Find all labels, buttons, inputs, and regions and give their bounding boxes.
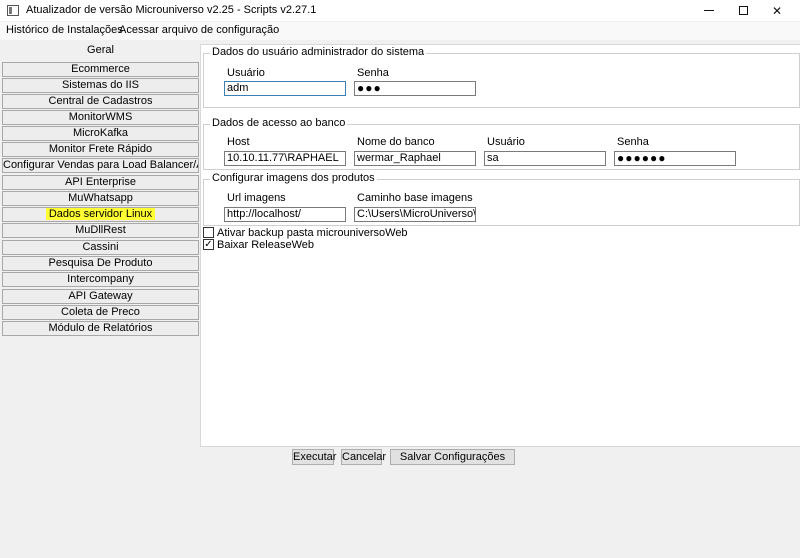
sidebar-item-mudllrest[interactable]: MuDllRest [2,223,199,238]
admin-user-group: Dados do usuário administrador do sistem… [203,46,800,108]
db-password-label: Senha [617,136,649,148]
release-checkbox[interactable]: ✓ [203,239,214,250]
save-settings-button[interactable]: Salvar Configurações [390,449,515,465]
window-title: Atualizador de versão Microuniverso v2.2… [26,4,317,16]
sidebar-item-api-gateway[interactable]: API Gateway [2,289,199,304]
admin-password-input[interactable]: ●●● [354,81,476,96]
menu-item-history[interactable]: Histórico de Instalações [6,24,123,36]
config-panel: Dados do usuário administrador do sistem… [200,44,800,447]
menu-item-config-file[interactable]: Acessar arquivo de configuração [119,24,279,36]
product-images-group-title: Configurar imagens dos produtos [210,172,377,184]
sidebar-item-modulo-relatorios[interactable]: Módulo de Relatórios [2,321,199,336]
sidebar-item-intercompany[interactable]: Intercompany [2,272,199,287]
sidebar-item-api-enterprise[interactable]: API Enterprise [2,175,199,190]
image-path-label: Caminho base imagens [357,192,473,204]
release-checkbox-label: Baixar ReleaseWeb [217,238,315,251]
sidebar-item-geral[interactable]: Geral [2,44,199,59]
image-url-label: Url imagens [227,192,286,204]
db-access-group: Dados de acesso ao banco Host 10.10.11.7… [203,117,800,170]
db-password-input[interactable]: ●●●●●● [614,151,736,166]
sidebar-item-pesquisa-produto[interactable]: Pesquisa De Produto [2,256,199,271]
sidebar-item-muwhatsapp[interactable]: MuWhatsapp [2,191,199,206]
product-images-group: Configurar imagens dos produtos Url imag… [203,172,800,226]
admin-password-label: Senha [357,67,389,79]
db-access-group-title: Dados de acesso ao banco [210,117,348,129]
db-name-label: Nome do banco [357,136,435,148]
sidebar-item-monitor-frete[interactable]: Monitor Frete Rápido [2,142,199,157]
db-host-input[interactable]: 10.10.11.77\RAPHAEL [224,151,346,166]
db-name-input[interactable]: wermar_Raphael [354,151,476,166]
sidebar-item-microkafka[interactable]: MicroKafka [2,126,199,141]
sidebar-item-coleta-preco[interactable]: Coleta de Preco [2,305,199,320]
maximize-button[interactable] [728,0,758,21]
sidebar-item-load-balancer[interactable]: Configurar Vendas para Load Balancer/AWS [2,158,199,173]
sidebar-item-cassini[interactable]: Cassini [2,240,199,255]
minimize-button[interactable] [694,0,724,21]
sidebar-item-monitorwms[interactable]: MonitorWMS [2,110,199,125]
release-option[interactable]: ✓ Baixar ReleaseWeb [203,238,314,251]
maximize-icon [738,6,748,15]
sidebar-item-sistemas-iis[interactable]: Sistemas do IIS [2,78,199,93]
admin-user-group-title: Dados do usuário administrador do sistem… [210,46,427,58]
highlighted-label: Dados servidor Linux [45,208,156,220]
db-user-input[interactable]: sa [484,151,606,166]
execute-button[interactable]: Executar [292,449,336,465]
backup-checkbox[interactable] [203,227,214,238]
close-button[interactable]: ✕ [762,0,792,21]
app-window-icon [7,5,19,16]
cancel-button[interactable]: Cancelar [341,449,386,465]
checkmark-icon: ✓ [204,239,213,250]
title-bar: Atualizador de versão Microuniverso v2.2… [0,0,800,21]
image-url-input[interactable]: http://localhost/ [224,207,346,222]
backup-checkbox-label: Ativar backup pasta microuniversoWeb [217,226,408,239]
db-user-label: Usuário [487,136,525,148]
menu-bar: Histórico de Instalações Acessar arquivo… [0,22,800,40]
sidebar-item-servidor-linux[interactable]: Dados servidor Linux [2,207,199,222]
admin-user-input[interactable]: adm [224,81,346,96]
db-host-label: Host [227,136,250,148]
admin-user-label: Usuário [227,67,265,79]
close-icon: ✕ [771,3,783,18]
minimize-icon [704,10,714,11]
sidebar-item-central-cadastros[interactable]: Central de Cadastros [2,94,199,109]
image-path-input[interactable]: C:\Users\MicroUniverso\Pict [354,207,476,222]
sidebar-item-ecommerce[interactable]: Ecommerce [2,62,199,77]
